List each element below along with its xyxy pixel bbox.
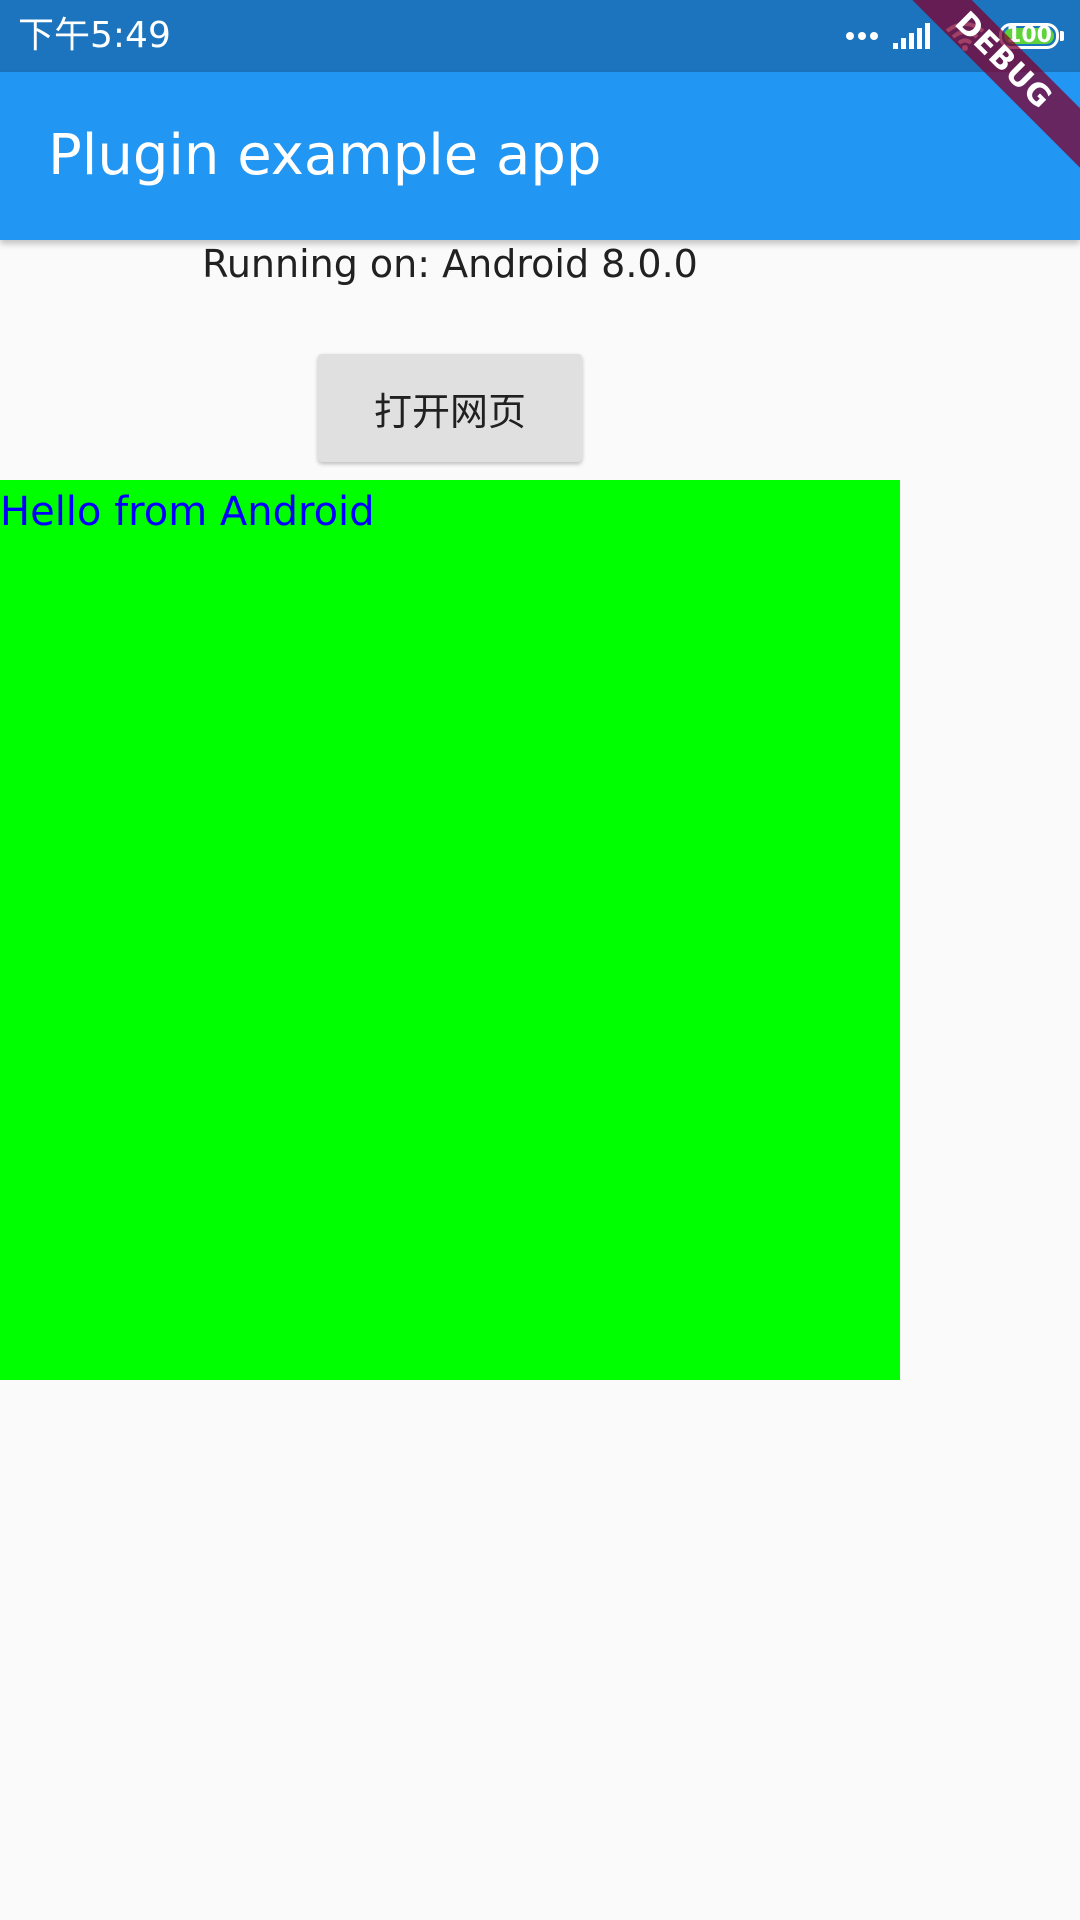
screen: 下午5:49 100 Plugin example app DEBUG Runn… (0, 0, 1080, 1920)
native-view: Hello from Android (0, 480, 900, 1380)
debug-ribbon-label: DEBUG (900, 0, 1080, 179)
running-on-text: Running on: Android 8.0.0 (202, 242, 698, 286)
status-time: 下午5:49 (18, 15, 171, 56)
open-webpage-button[interactable]: 打开网页 (318, 354, 582, 462)
dots-icon (845, 31, 879, 41)
page-title: Plugin example app (48, 123, 602, 188)
debug-banner: DEBUG (900, 0, 1080, 180)
native-view-text: Hello from Android (0, 489, 375, 535)
